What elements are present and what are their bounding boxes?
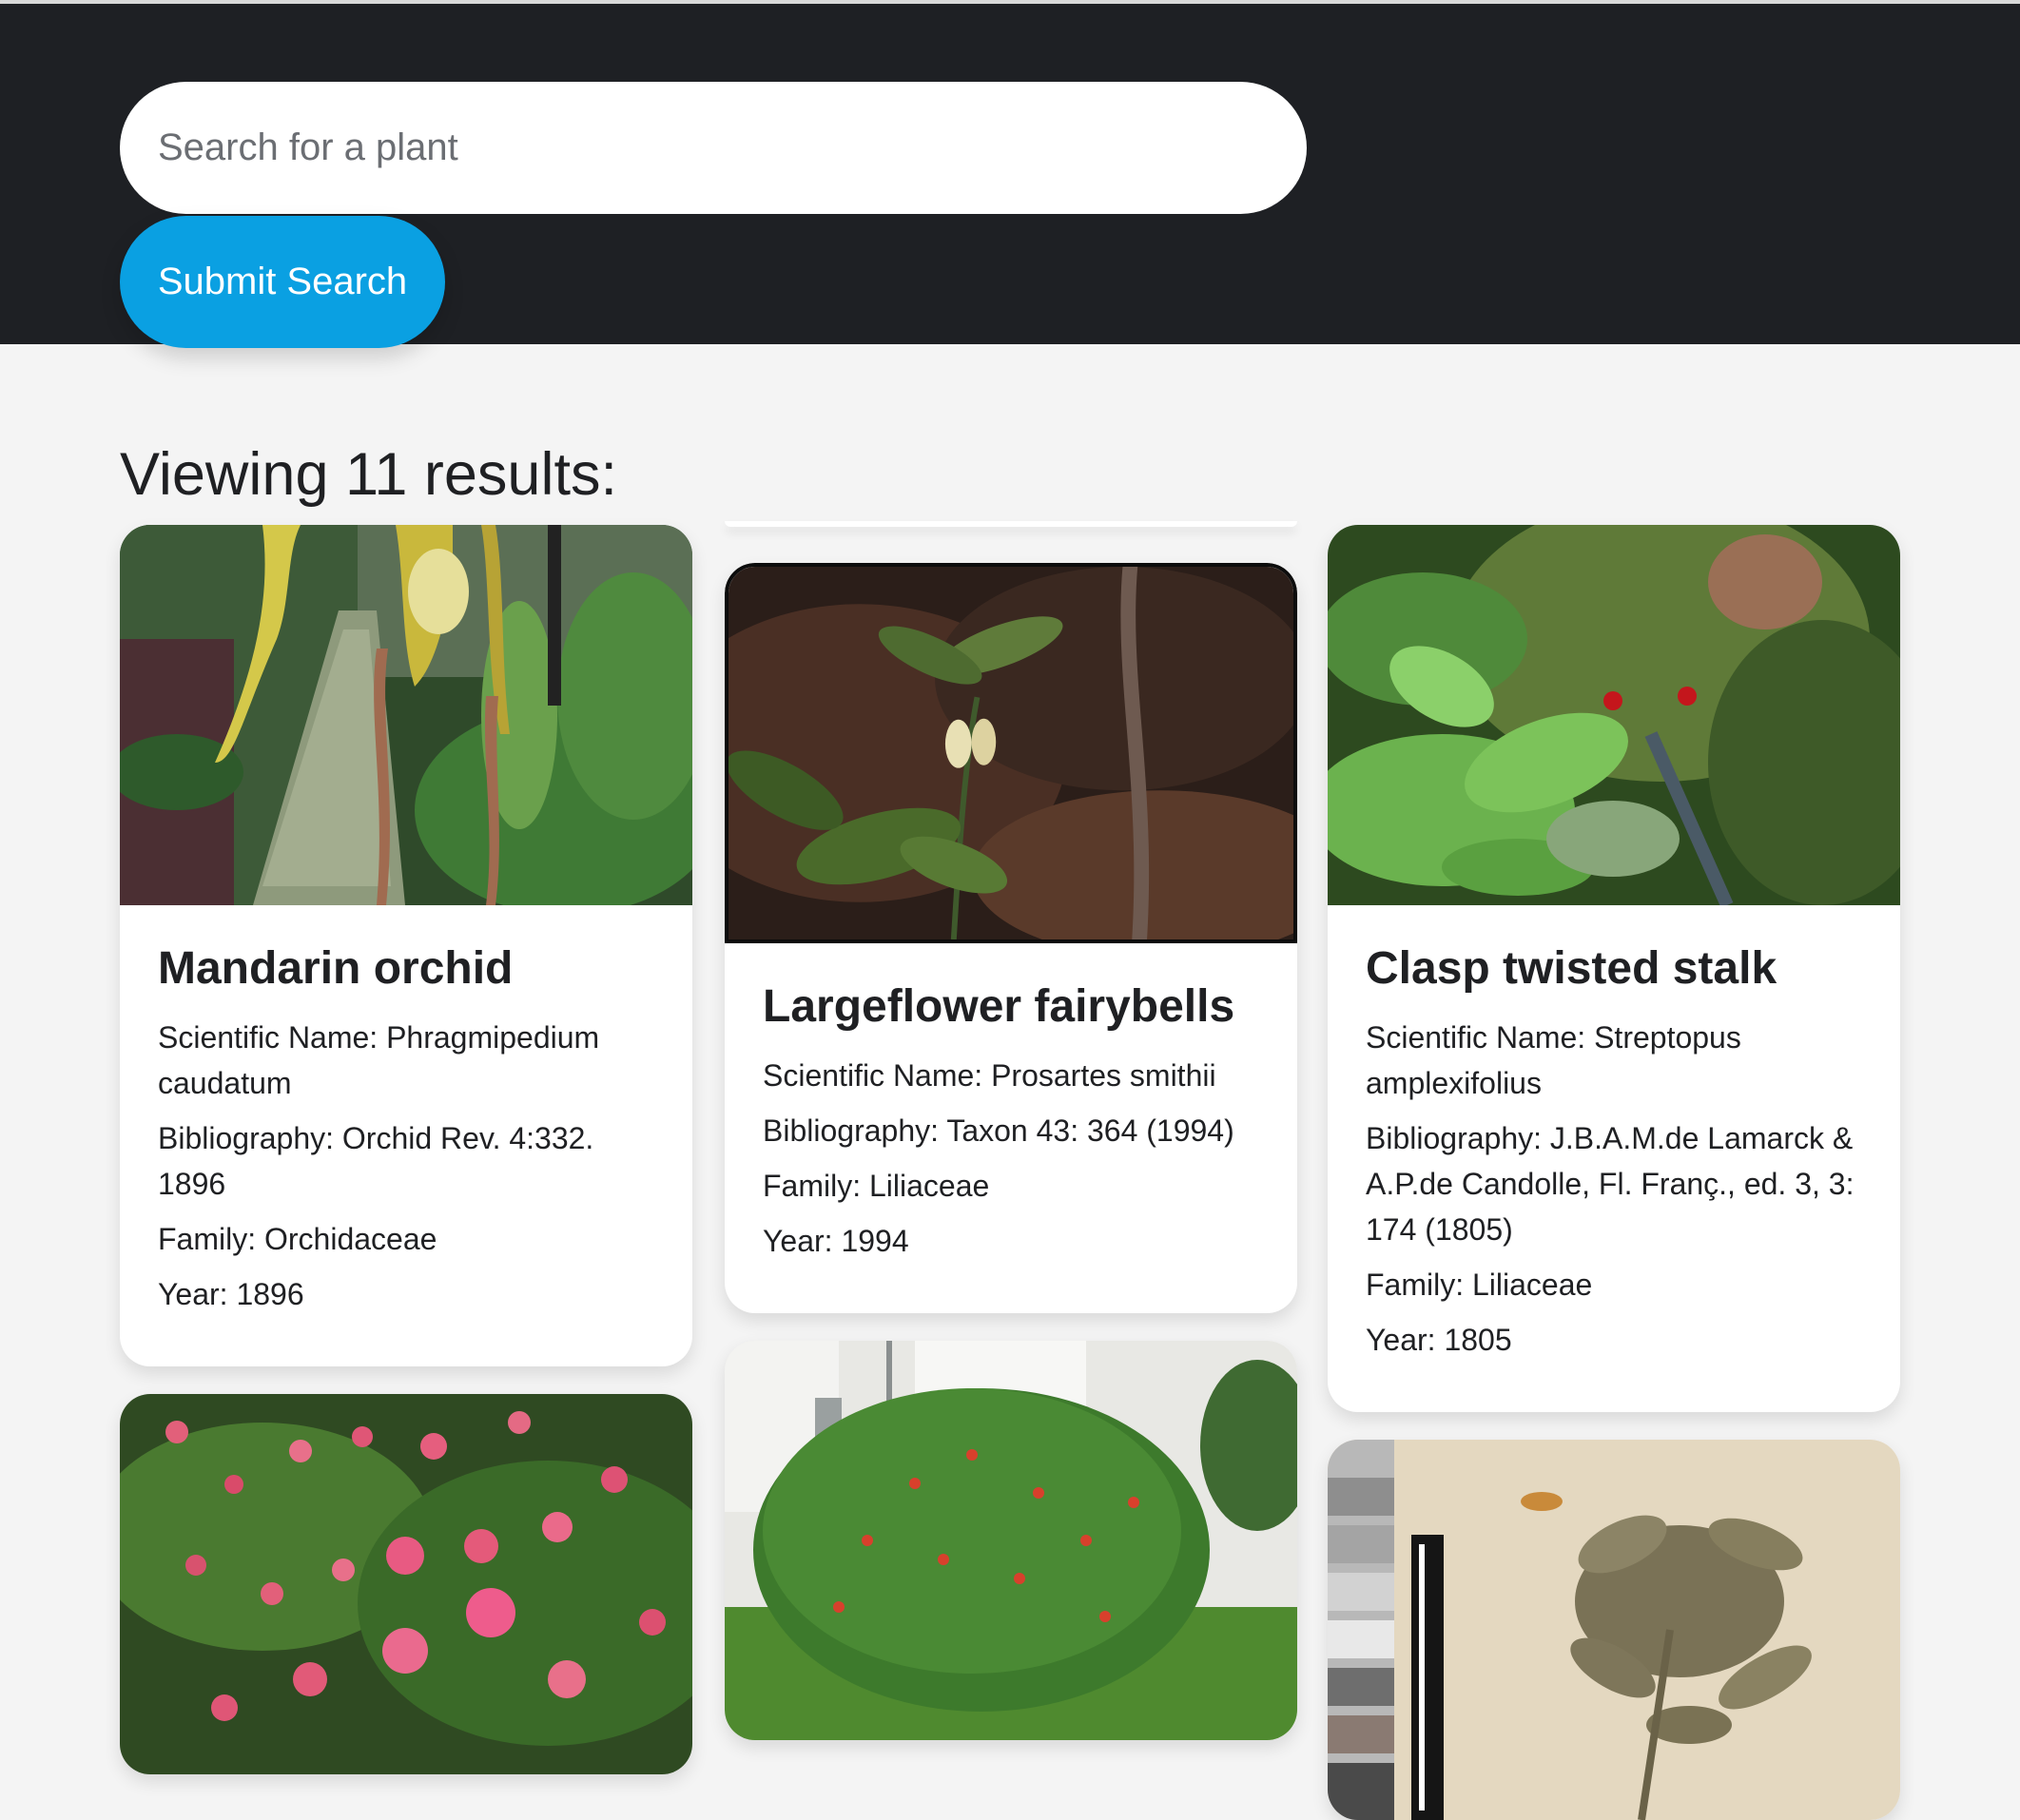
scientific-name: Scientific Name: Prosartes smithii [763,1057,1216,1093]
plant-card[interactable]: Clasp twisted stalk Scientific Name: Str… [1328,525,1900,1412]
year: Year: 1805 [1366,1322,1512,1357]
plant-card[interactable]: Mandarin orchid Scientific Name: Phragmi… [120,525,692,1366]
plant-card[interactable] [725,1341,1297,1740]
plant-photo [1328,1440,1900,1820]
plant-photo [725,563,1297,943]
scientific-name: Scientific Name: Streptopus amplexifoliu… [1366,1019,1741,1100]
family: Family: Liliaceae [1366,1267,1593,1302]
family: Family: Orchidaceae [158,1221,437,1256]
results-heading: Viewing 11 results: [120,441,617,508]
bibliography: Bibliography: Orchid Rev. 4:332. 1896 [158,1120,594,1201]
submit-search-button[interactable]: Submit Search [120,216,445,348]
plant-photo [120,1394,692,1774]
plant-card[interactable]: Largeflower fairybells Scientific Name: … [725,563,1297,1313]
plant-photo [120,525,692,905]
bibliography: Bibliography: Taxon 43: 364 (1994) [763,1113,1234,1148]
family: Family: Liliaceae [763,1168,990,1203]
plant-card[interactable] [120,1394,692,1774]
card-stub-above [725,521,1297,527]
search-input[interactable] [120,82,1307,214]
plant-name: Largeflower fairybells [763,981,1235,1032]
bibliography: Bibliography: J.B.A.M.de Lamarck & A.P.d… [1366,1120,1855,1247]
plant-name: Mandarin orchid [158,943,514,994]
plant-photo [725,1341,1297,1740]
plant-name: Clasp twisted stalk [1366,943,1777,994]
scientific-name: Scientific Name: Phragmipedium caudatum [158,1019,600,1100]
search-header: Submit Search [0,4,2020,348]
plant-card[interactable] [1328,1440,1900,1820]
year: Year: 1994 [763,1223,909,1258]
year: Year: 1896 [158,1276,304,1311]
plant-photo [1328,525,1900,905]
